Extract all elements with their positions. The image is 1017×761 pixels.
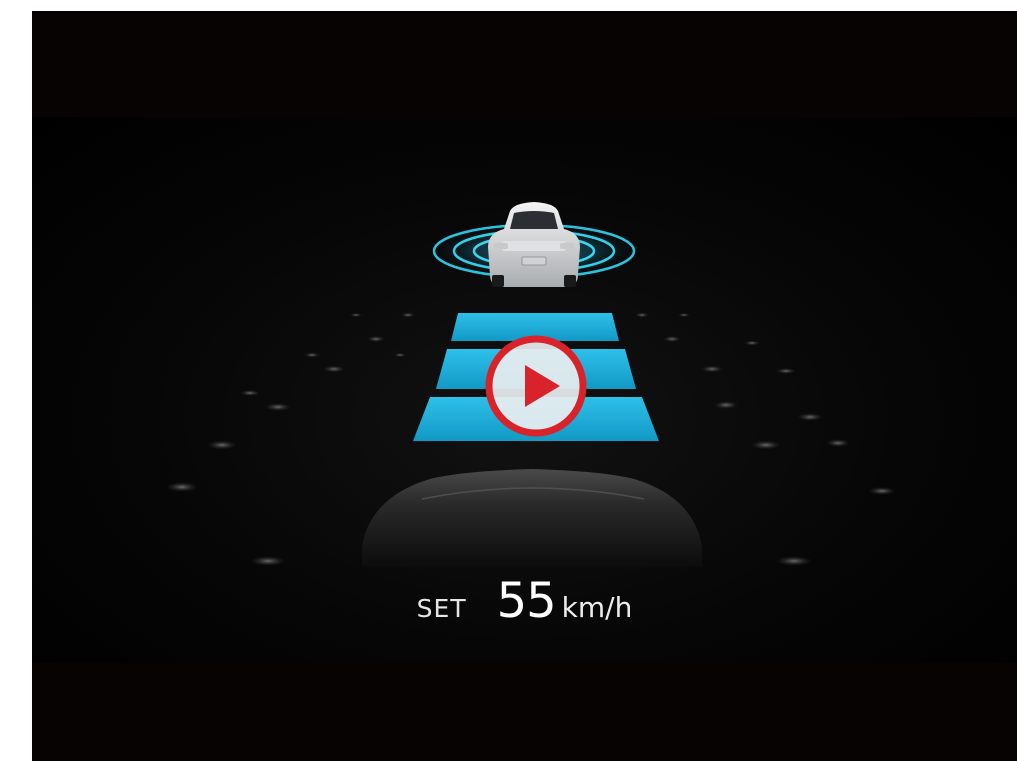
letterbox-top	[32, 11, 1017, 117]
play-button[interactable]	[484, 334, 588, 438]
lead-car-icon	[488, 202, 580, 287]
set-label: SET	[416, 594, 467, 623]
letterbox-bottom	[32, 663, 1017, 761]
speed-unit: km/h	[561, 591, 633, 624]
set-speed-readout: SET 55 km/h	[32, 573, 1017, 643]
set-speed-value: 55	[496, 573, 557, 629]
play-icon	[485, 335, 587, 437]
video-player[interactable]: SET 55 km/h	[32, 11, 1017, 761]
own-car-hood	[362, 469, 702, 567]
